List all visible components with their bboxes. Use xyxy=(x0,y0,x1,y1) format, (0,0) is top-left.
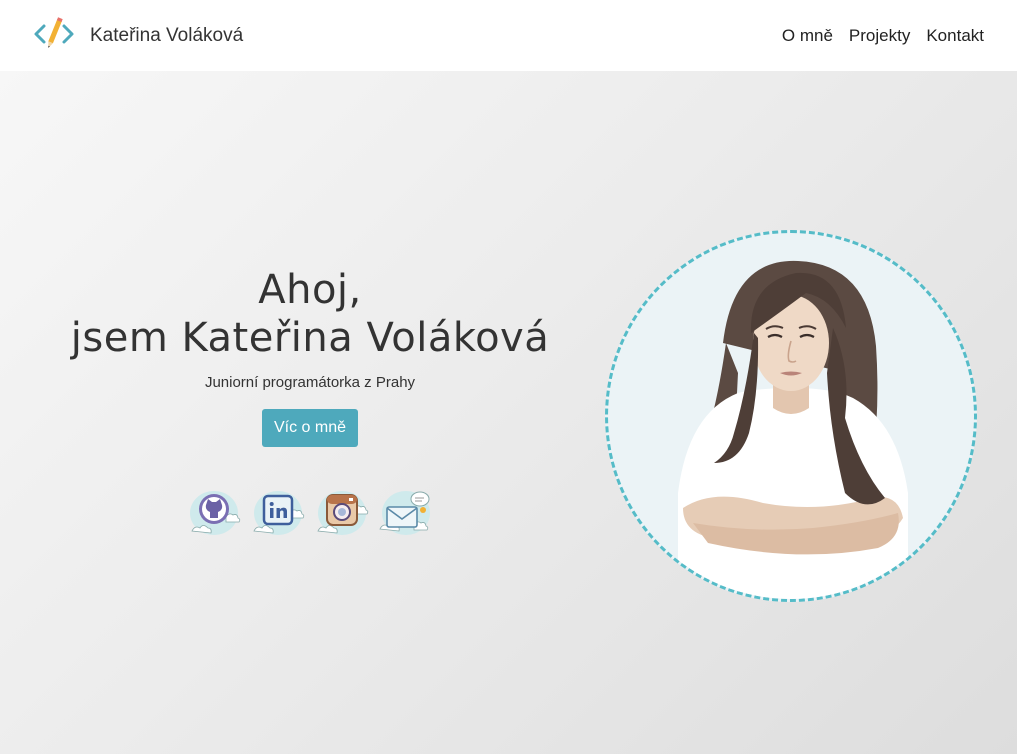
more-about-me-button[interactable]: Víc o mně xyxy=(261,409,359,447)
linkedin-icon[interactable] xyxy=(250,483,306,539)
github-icon[interactable] xyxy=(186,483,242,539)
social-links xyxy=(40,483,580,539)
navbar: Kateřina Voláková O mně Projekty Kontakt xyxy=(0,0,1017,71)
portrait-illustration xyxy=(605,230,977,602)
nav-link-contact[interactable]: Kontakt xyxy=(926,26,984,46)
intro-block: Ahoj, jsem Kateřina Voláková Juniorní pr… xyxy=(40,266,580,539)
hero-heading: Ahoj, jsem Kateřina Voláková xyxy=(40,266,580,362)
hero-subtitle: Juniorní programátorka z Prahy xyxy=(204,374,416,391)
code-pencil-icon xyxy=(33,16,75,56)
main-nav: O mně Projekty Kontakt xyxy=(782,26,984,46)
hero-section: Ahoj, jsem Kateřina Voláková Juniorní pr… xyxy=(0,71,1017,754)
nav-link-about[interactable]: O mně xyxy=(782,26,833,46)
nav-link-projects[interactable]: Projekty xyxy=(849,26,910,46)
instagram-icon[interactable] xyxy=(314,483,370,539)
brand-link[interactable]: Kateřina Voláková xyxy=(33,16,243,56)
email-icon[interactable] xyxy=(378,483,434,539)
greeting-line: Ahoj, xyxy=(258,267,362,313)
name-heading: jsem Kateřina Voláková xyxy=(70,315,550,361)
brand-name: Kateřina Voláková xyxy=(90,24,244,46)
